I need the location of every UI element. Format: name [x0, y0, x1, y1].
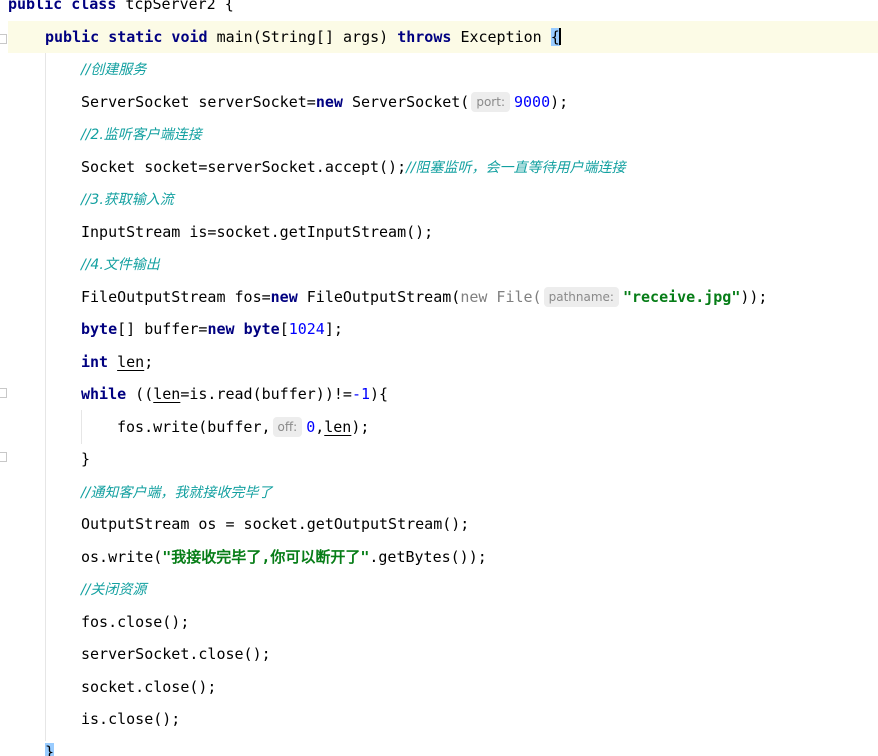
code-text: fos.close();	[81, 613, 190, 631]
fold-marker-icon[interactable]	[0, 34, 7, 44]
keyword: public class	[8, 0, 117, 13]
code-line-buffer[interactable]: byte[] buffer=new byte[1024];	[81, 313, 343, 345]
code-line-class-decl[interactable]: public class tcpServer2 {	[8, 0, 234, 20]
code-text: ));	[740, 288, 768, 306]
number-literal: 1024	[288, 320, 325, 338]
keyword: byte	[243, 320, 280, 338]
keyword: while	[81, 385, 127, 403]
code-text: =is.read(buffer))!=	[180, 385, 352, 403]
code-text: fos.write(buffer,	[117, 418, 271, 436]
code-text: Socket socket=serverSocket.accept();	[81, 158, 407, 176]
keyword: new	[270, 288, 298, 306]
variable: len	[117, 353, 145, 371]
code-line-main-decl[interactable]: public static void main(String[] args) t…	[45, 21, 561, 53]
matched-brace: }	[45, 743, 55, 756]
comment: //2.监听客户端连接	[81, 127, 202, 143]
keyword: new	[315, 93, 343, 111]
class-name: tcpServer2	[125, 0, 216, 13]
parameter-hint: off:	[272, 417, 303, 437]
code-editor[interactable]: public class tcpServer2 { public static …	[0, 0, 878, 756]
code-line-server-socket[interactable]: ServerSocket serverSocket=new ServerSock…	[81, 86, 568, 118]
keyword-throws: throws	[397, 28, 452, 46]
number-literal: -1	[351, 385, 370, 403]
code-line-close-call[interactable]: is.close();	[81, 703, 180, 735]
code-line-comment[interactable]: //2.监听客户端连接	[81, 118, 202, 150]
code-line-int-len[interactable]: int len;	[81, 346, 153, 378]
code-text: ServerSocket(	[351, 93, 470, 111]
code-line-close-brace[interactable]: }	[81, 443, 90, 475]
variable: len	[153, 385, 181, 403]
keyword: int	[81, 353, 109, 371]
code-line-close-call[interactable]: socket.close();	[81, 671, 216, 703]
code-line-input-stream[interactable]: InputStream is=socket.getInputStream();	[81, 216, 433, 248]
indent-guide	[81, 410, 82, 444]
code-text: ){	[370, 385, 389, 403]
comment: //3.获取输入流	[81, 192, 174, 208]
code-line-file-output[interactable]: FileOutputStream fos=new FileOutputStrea…	[81, 281, 767, 313]
code-text: );	[550, 93, 569, 111]
code-text: OutputStream os = socket.getOutputStream…	[81, 515, 470, 533]
code-line-close-call[interactable]: fos.close();	[81, 606, 189, 638]
method-signature: main(String[] args)	[216, 28, 389, 46]
code-text: [	[279, 320, 289, 338]
number-literal: 0	[306, 418, 316, 436]
code-text: .getBytes());	[369, 548, 487, 566]
code-line-accept[interactable]: Socket socket=serverSocket.accept();//阻塞…	[81, 151, 626, 183]
code-line-comment[interactable]: //通知客户端，我就接收完毕了	[81, 476, 272, 508]
code-line-output-stream[interactable]: OutputStream os = socket.getOutputStream…	[81, 508, 469, 540]
indent-guide	[45, 53, 46, 741]
fold-marker-icon[interactable]	[0, 388, 7, 398]
fold-marker-icon[interactable]	[0, 452, 7, 462]
code-text: ];	[324, 320, 343, 338]
code-text: ServerSocket serverSocket=	[81, 93, 316, 111]
code-text: );	[351, 418, 370, 436]
code-line-close-call[interactable]: serverSocket.close();	[81, 638, 271, 670]
code-text: ((	[126, 385, 154, 403]
code-text: ;	[144, 353, 154, 371]
code-text: serverSocket.close();	[81, 645, 271, 663]
parameter-hint: pathname:	[543, 287, 619, 307]
code-text: ,	[315, 418, 325, 436]
keyword: public static void	[45, 28, 208, 46]
code-text: InputStream is=socket.getInputStream();	[81, 223, 434, 241]
code-line-comment[interactable]: //创建服务	[81, 53, 146, 85]
code-text: FileOutputStream fos=	[81, 288, 271, 306]
code-line-final-brace[interactable]: }	[45, 736, 55, 756]
code-text: FileOutputStream(	[306, 288, 461, 306]
code-text: socket.close();	[81, 678, 217, 696]
code-line-write[interactable]: fos.write(buffer, off: 0,len);	[117, 411, 369, 443]
variable: len	[324, 418, 352, 436]
comment: //阻塞监听，会一直等待用户端连接	[406, 160, 626, 176]
editor-gutter	[0, 0, 8, 756]
comment: //关闭资源	[81, 582, 147, 598]
code-line-comment[interactable]: //4.文件输出	[81, 248, 160, 280]
string-literal: "我接收完毕了,你可以断开了"	[162, 548, 370, 566]
exception-type: Exception	[460, 28, 542, 46]
code-line-while[interactable]: while ((len=is.read(buffer))!=-1){	[81, 378, 388, 410]
text-caret	[558, 28, 561, 45]
comment: //4.文件输出	[81, 257, 160, 273]
string-literal: "receive.jpg"	[622, 288, 741, 306]
code-line-comment[interactable]: //关闭资源	[81, 573, 146, 605]
code-text: [] buffer=	[117, 320, 208, 338]
parameter-hint: port:	[471, 92, 510, 112]
number-literal: 9000	[513, 93, 551, 111]
keyword: byte	[81, 320, 118, 338]
brace: }	[81, 450, 91, 468]
brace: {	[224, 0, 234, 13]
code-line-os-write[interactable]: os.write("我接收完毕了,你可以断开了".getBytes());	[81, 541, 487, 573]
code-line-comment[interactable]: //3.获取输入流	[81, 183, 174, 215]
comment: //通知客户端，我就接收完毕了	[81, 485, 273, 501]
folded-code: new File(	[460, 288, 542, 306]
code-text: os.write(	[81, 548, 163, 566]
keyword: new	[207, 320, 235, 338]
code-text: is.close();	[81, 710, 181, 728]
comment: //创建服务	[81, 62, 147, 78]
